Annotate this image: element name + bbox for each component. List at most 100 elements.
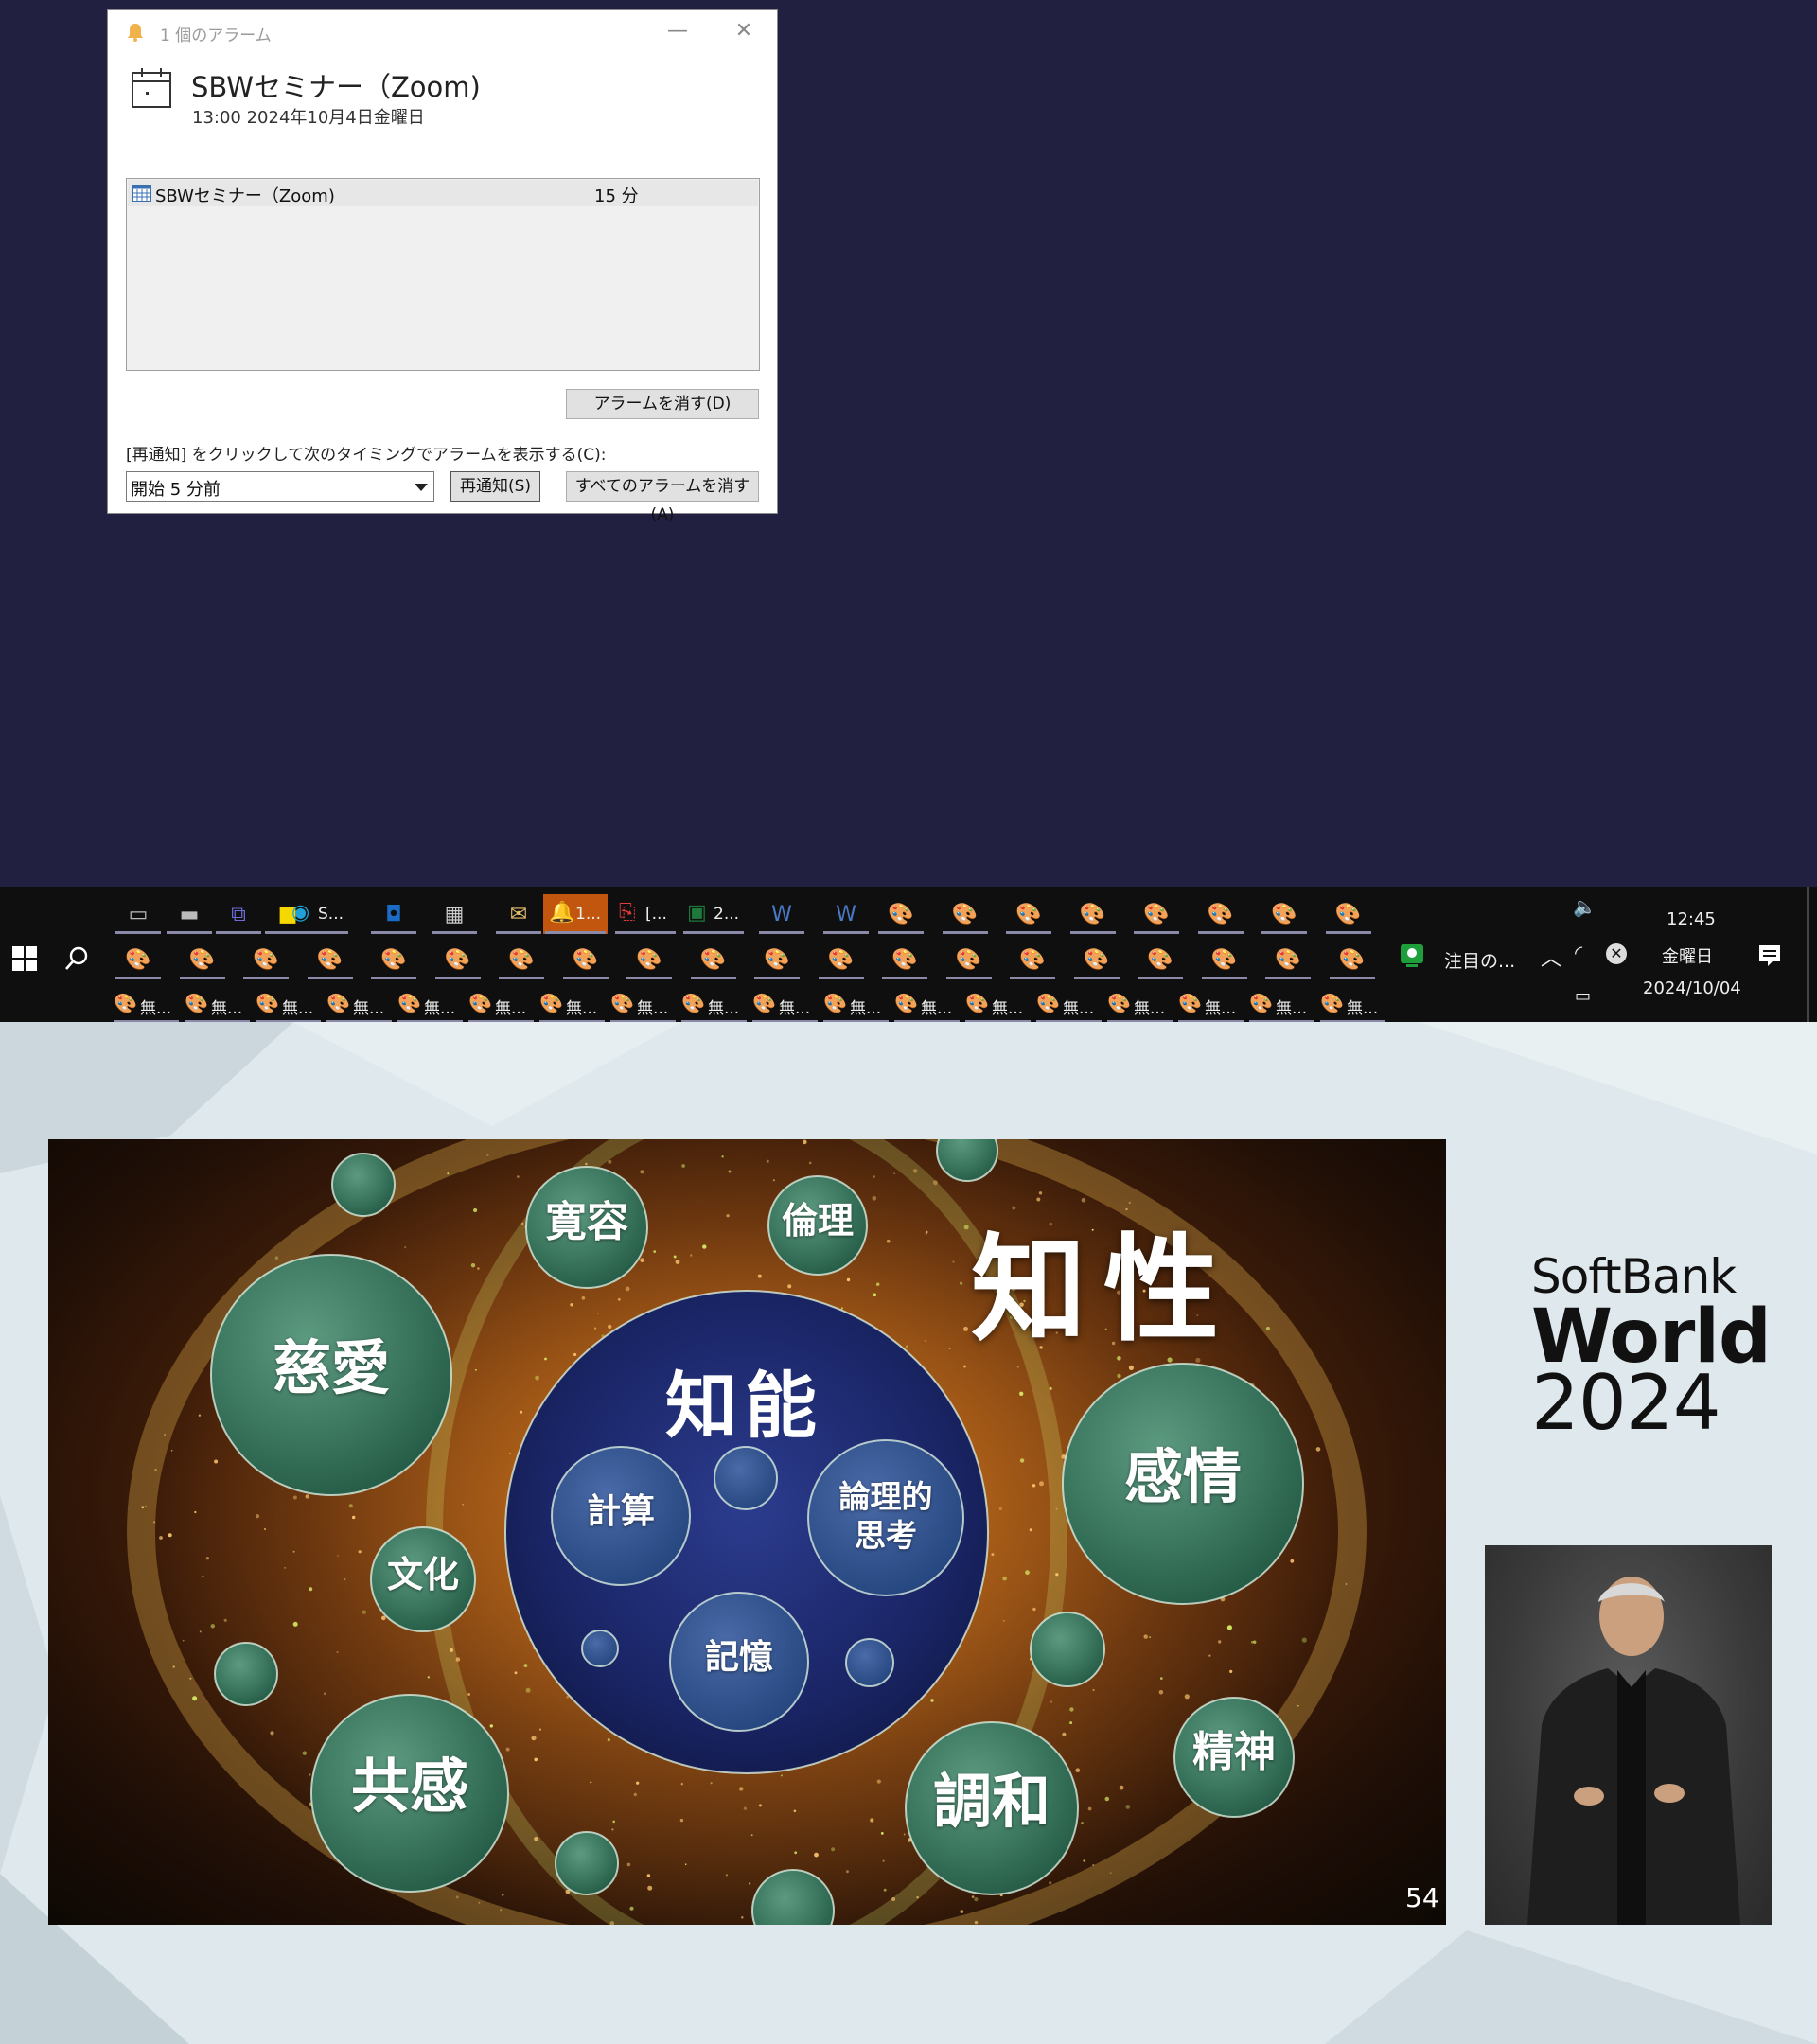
list-item[interactable]: SBWセミナー（Zoom) 15 分 [128, 180, 758, 206]
active-indicator [1201, 977, 1247, 979]
snooze-button[interactable]: 再通知(S) [450, 471, 540, 502]
paint-app-icon[interactable]: 🎨 [1258, 896, 1311, 934]
paint-app-icon[interactable]: 🎨 [1194, 896, 1247, 934]
calendar-icon[interactable]: ▦ [428, 896, 481, 934]
paint-app-icon[interactable]: 🎨 [367, 942, 420, 979]
show-hidden-icons-icon[interactable]: ︿ [1541, 942, 1561, 972]
palette-icon: 🎨 [188, 948, 216, 972]
paint-app-icon[interactable]: 🎨 [1261, 942, 1314, 979]
paint-window-button[interactable]: 🎨 無... [1318, 985, 1387, 1023]
clock-time[interactable]: 12:45 [1667, 909, 1716, 929]
paint-window-button[interactable]: 🎨 無... [183, 985, 252, 1023]
snooze-time-select[interactable]: 開始 5 分前 [126, 471, 434, 502]
presentation-slide: 知性 知能 寛容 倫理 慈愛 感情 文化 共感 調和 精神 計算 論理的 思考 記憶 54 [48, 1139, 1446, 1925]
paint-window-button[interactable]: 🎨 無... [1247, 985, 1316, 1023]
window-icon[interactable]: ▬ [163, 896, 216, 934]
paint-app-icon[interactable]: 🎨 [1130, 896, 1183, 934]
paint-app-icon[interactable]: 🎨 [943, 942, 996, 979]
paint-window-button[interactable]: 🎨 無... [1105, 985, 1174, 1023]
action-center-icon[interactable] [1757, 943, 1782, 968]
paint-window-button[interactable]: 🎨 無... [609, 985, 678, 1023]
volume-icon[interactable]: 🔈 [1573, 895, 1596, 918]
teams-icon[interactable]: ⧉ [212, 896, 265, 934]
paint-window-button[interactable]: 🎨 無... [679, 985, 749, 1023]
clock-day[interactable]: 金曜日 [1662, 943, 1713, 968]
paint-app-icon[interactable]: 🎨 [559, 942, 612, 979]
paint-app-icon[interactable]: 🎨 [1070, 942, 1123, 979]
paint-app-icon[interactable]: 🎨 [1006, 942, 1059, 979]
paint-window-button[interactable]: 🎨 無... [1176, 985, 1245, 1023]
paint-app-icon[interactable]: 🎨 [304, 942, 357, 979]
blue-bubble-label: 論理的 思考 [838, 1478, 933, 1555]
paint-app-icon[interactable]: 🎨 [112, 942, 165, 979]
paint-app-icon[interactable]: 🎨 [878, 942, 931, 979]
reminder-button[interactable]: 🔔 1... [543, 894, 608, 934]
green-bubble-label: 文化 [386, 1553, 459, 1595]
battery-icon[interactable]: ▭ [1575, 986, 1591, 1006]
show-desktop-button[interactable] [1807, 887, 1809, 1022]
active-indicator [754, 977, 800, 979]
paint-app-icon[interactable]: 🎨 [176, 942, 229, 979]
paint-window-button[interactable]: 🎨 無... [254, 985, 323, 1023]
app-w-icon-2[interactable]: W [820, 896, 873, 934]
paint-app-icon[interactable]: 🎨 [1322, 896, 1375, 934]
news-button[interactable]: 注目の... [1396, 939, 1528, 977]
paint-app-icon[interactable]: 🎨 [623, 942, 676, 979]
terminal-icon[interactable]: ▭ [112, 896, 165, 934]
paint-window-label: 無... [211, 999, 243, 1018]
outlook-icon[interactable]: ◘ [367, 896, 420, 934]
close-button[interactable]: ✕ [728, 18, 760, 46]
paint-window-button[interactable]: 🎨 無... [821, 985, 891, 1023]
paint-app-icon[interactable]: 🎨 [495, 942, 548, 979]
paint-app-icon[interactable]: 🎨 [1326, 942, 1379, 979]
active-indicator [432, 931, 477, 934]
paint-app-icon[interactable]: 🎨 [874, 896, 927, 934]
paint-window-button[interactable]: 🎨 無... [538, 985, 607, 1023]
paint-app-icon[interactable]: 🎨 [1002, 896, 1055, 934]
green-bubble-label: 精神 [1192, 1728, 1276, 1776]
mail-icon[interactable]: ✉ [492, 896, 545, 934]
paint-app-icon[interactable]: 🎨 [750, 942, 803, 979]
palette-icon: 🎨 [1275, 948, 1301, 972]
dialog-titlebar: 1 個のアラーム — ✕ [108, 10, 777, 54]
active-indicator [371, 931, 416, 934]
paint-window-button[interactable]: 🎨 無... [1034, 985, 1103, 1023]
clock-date[interactable]: 2024/10/04 [1643, 978, 1741, 998]
app-w-icon-1[interactable]: W [755, 896, 808, 934]
paint-window-button[interactable]: 🎨 無... [892, 985, 961, 1023]
dismiss-all-button[interactable]: すべてのアラームを消す(A) [566, 471, 759, 524]
paint-app-icon[interactable]: 🎨 [1067, 896, 1120, 934]
pdf-button[interactable]: ⎘ [... [613, 894, 678, 934]
edge-button[interactable]: ◉ S... [286, 894, 350, 934]
reminder-time: 13:00 2024年10月4日金曜日 [192, 108, 425, 128]
paint-window-button[interactable]: 🎨 無... [963, 985, 1032, 1023]
search-icon[interactable] [64, 946, 89, 971]
paint-window-button[interactable]: 🎨 無... [750, 985, 820, 1023]
palette-icon: 🎨 [539, 992, 563, 1014]
minimize-button[interactable]: — [662, 18, 694, 46]
paint-app-icon[interactable]: 🎨 [815, 942, 868, 979]
dismiss-button[interactable]: アラームを消す(D) [566, 389, 759, 419]
paint-app-icon[interactable]: 🎨 [239, 942, 292, 979]
active-indicator [1073, 977, 1120, 979]
excel-button[interactable]: ▣ 2... [681, 894, 746, 934]
palette-icon: 🎨 [1334, 903, 1362, 926]
reminder-list[interactable]: SBWセミナー（Zoom) 15 分 [126, 178, 760, 371]
paint-app-icon[interactable]: 🎨 [939, 896, 992, 934]
paint-window-button[interactable]: 🎨 無... [467, 985, 536, 1023]
paint-window-button[interactable]: 🎨 無... [112, 985, 181, 1023]
palette-icon: 🎨 [894, 992, 918, 1014]
paint-app-icon[interactable]: 🎨 [1134, 942, 1187, 979]
chevron-down-icon[interactable] [415, 484, 428, 491]
paint-app-icon[interactable]: 🎨 [1198, 942, 1251, 979]
active-indicator [683, 931, 744, 934]
paint-app-icon[interactable]: 🎨 [687, 942, 740, 979]
paint-app-icon[interactable]: 🎨 [432, 942, 485, 979]
reminder-button-label: 1... [575, 905, 602, 924]
wifi-icon[interactable]: ◜ [1575, 942, 1582, 964]
active-indicator [115, 931, 161, 934]
speaker-video [1485, 1545, 1772, 1925]
paint-window-button[interactable]: 🎨 無... [325, 985, 394, 1023]
windows-start-icon[interactable] [12, 946, 37, 971]
paint-window-button[interactable]: 🎨 無... [396, 985, 465, 1023]
